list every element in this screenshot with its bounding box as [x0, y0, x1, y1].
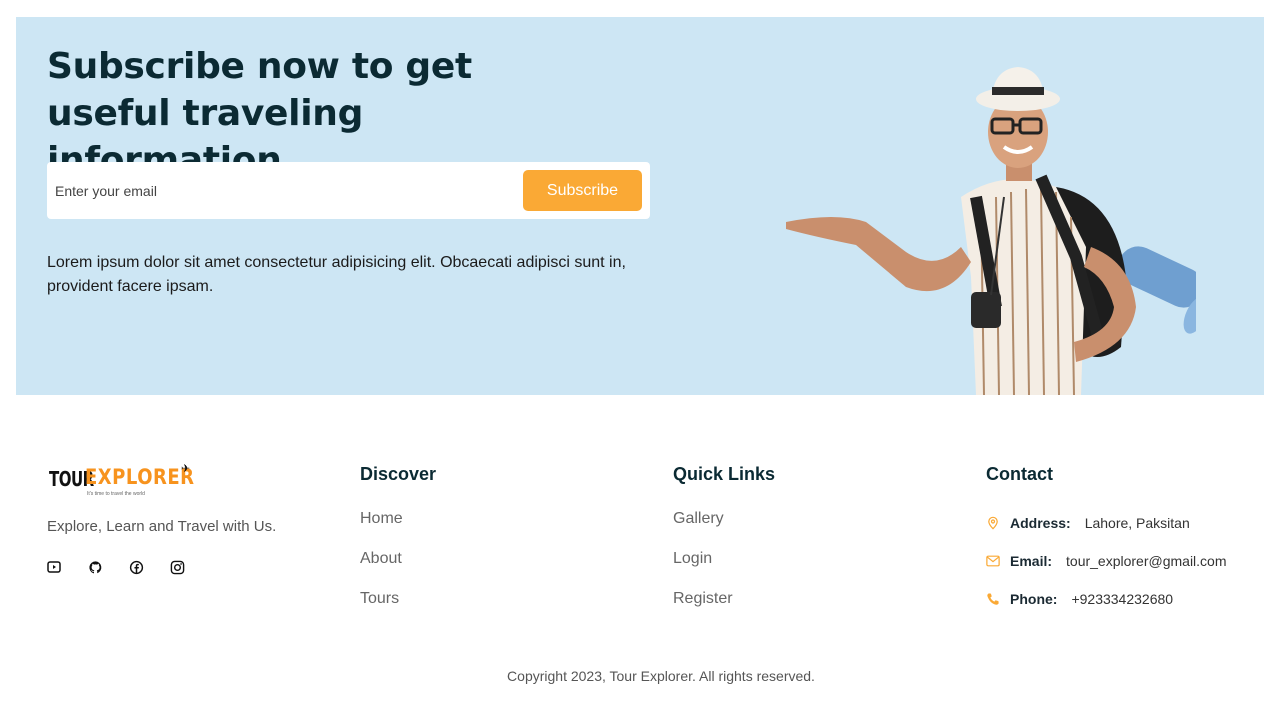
contact-email: Email: tour_explorer@gmail.com	[986, 542, 1227, 580]
footer-link-register[interactable]: Register	[673, 588, 775, 628]
subscribe-form: Subscribe	[47, 162, 650, 219]
email-value[interactable]: tour_explorer@gmail.com	[1066, 553, 1227, 569]
map-pin-icon	[986, 516, 1010, 530]
footer-logo[interactable]: TOUR EXPLORER It's time to travel the wo…	[47, 462, 197, 502]
contact-address: Address: Lahore, Paksitan	[986, 504, 1227, 542]
discover-heading: Discover	[360, 464, 437, 484]
newsletter-banner: Subscribe now to get useful traveling in…	[16, 17, 1264, 395]
logo-text-explorer: EXPLORER	[85, 465, 195, 491]
plane-icon: ✈	[181, 463, 191, 475]
logo-tagline: It's time to travel the world	[87, 491, 145, 497]
contact-column: Contact Address: Lahore, Paksitan Email:…	[986, 462, 1227, 618]
social-links	[47, 557, 211, 577]
phone-label: Phone:	[1010, 591, 1058, 607]
contact-phone: Phone: +923334232680	[986, 580, 1227, 618]
phone-value[interactable]: +923334232680	[1071, 591, 1173, 607]
discover-column: Discover Home About Tours	[360, 462, 436, 628]
email-label: Email:	[1010, 553, 1053, 569]
github-icon[interactable]	[88, 557, 129, 577]
footer-link-about[interactable]: About	[360, 548, 436, 588]
email-input[interactable]	[47, 162, 517, 219]
footer-link-tours[interactable]: Tours	[360, 588, 436, 628]
contact-heading: Contact	[986, 464, 1053, 484]
footer-about-text: Explore, Learn and Travel with Us.	[47, 518, 277, 535]
footer-link-gallery[interactable]: Gallery	[673, 508, 775, 548]
facebook-icon[interactable]	[129, 557, 170, 577]
footer-link-home[interactable]: Home	[360, 508, 436, 548]
address-value: Lahore, Paksitan	[1084, 515, 1190, 531]
traveler-image	[786, 67, 1196, 395]
quick-links-heading: Quick Links	[673, 464, 776, 484]
phone-icon	[986, 592, 1010, 606]
footer-link-login[interactable]: Login	[673, 548, 775, 588]
copyright-text: Copyright 2023, Tour Explorer. All right…	[507, 668, 815, 684]
address-label: Address:	[1010, 515, 1071, 531]
quick-links-column: Quick Links Gallery Login Register	[673, 462, 775, 628]
newsletter-description: Lorem ipsum dolor sit amet consectetur a…	[47, 254, 626, 295]
youtube-icon[interactable]	[47, 557, 88, 577]
instagram-icon[interactable]	[170, 557, 211, 577]
mail-icon	[986, 555, 1010, 567]
subscribe-button[interactable]: Subscribe	[523, 170, 642, 211]
